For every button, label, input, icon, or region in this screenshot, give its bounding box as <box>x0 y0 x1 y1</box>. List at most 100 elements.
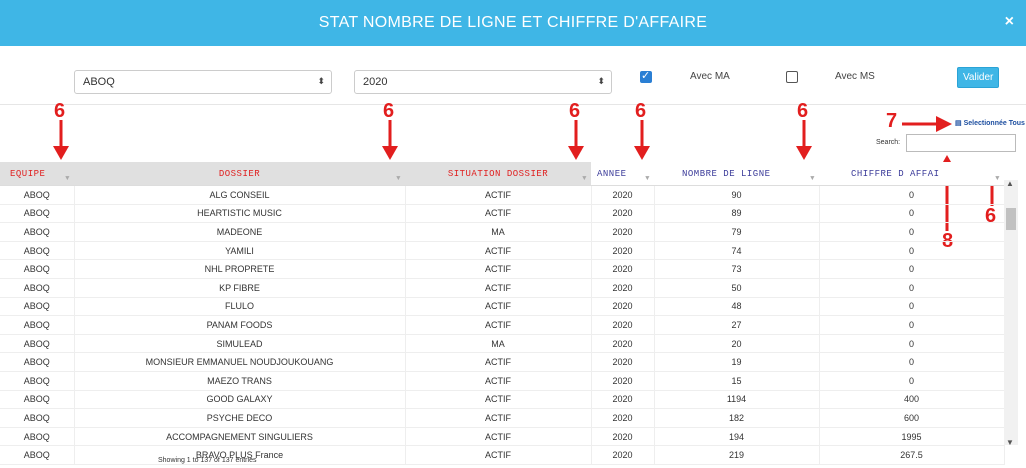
cell-equipe: ABOQ <box>0 408 75 428</box>
table-info: Showing 1 to 137 of 137 entries <box>158 457 257 464</box>
stats-table: EQUIPE ▼ DOSSIER ▼ SITUATION DOSSIER ▼ ANNE… <box>0 162 1005 465</box>
equipe-select[interactable]: ABOQ ⬍ <box>74 70 332 94</box>
cell-nombre-ligne: 27 <box>654 315 820 335</box>
cell-situation: ACTIF <box>405 259 592 279</box>
column-header-label: CHIFFRE D AFFAI <box>851 168 940 179</box>
cell-annee: 2020 <box>591 241 655 261</box>
cell-nombre-ligne: 219 <box>654 445 820 465</box>
cell-situation: ACTIF <box>405 278 592 298</box>
table-row[interactable]: ABOQ PSYCHE DECO ACTIF 2020 182 600 <box>0 408 1005 428</box>
column-header-annee[interactable]: ANNEE ▼ <box>591 162 654 186</box>
cell-dossier: KP FIBRE <box>74 278 406 298</box>
column-header-chiffre[interactable]: CHIFFRE D AFFAI ▼ <box>819 162 1004 186</box>
close-icon[interactable]: × <box>1005 13 1014 31</box>
sort-icon: ▼ <box>396 175 401 183</box>
cell-nombre-ligne: 1194 <box>654 390 820 410</box>
cell-equipe: ABOQ <box>0 352 75 372</box>
cell-chiffre-affaire: 400 <box>819 390 1005 410</box>
cell-nombre-ligne: 74 <box>654 241 820 261</box>
select-arrows-icon: ⬍ <box>597 76 605 86</box>
cell-situation: ACTIF <box>405 185 592 205</box>
cell-equipe: ABOQ <box>0 204 75 224</box>
table-row[interactable]: ABOQ GOOD GALAXY ACTIF 2020 1194 400 <box>0 390 1005 410</box>
cell-nombre-ligne: 19 <box>654 352 820 372</box>
cell-nombre-ligne: 15 <box>654 371 820 391</box>
cell-nombre-ligne: 79 <box>654 222 820 242</box>
scroll-down-icon[interactable]: ▼ <box>1006 438 1014 447</box>
cell-situation: MA <box>405 334 592 354</box>
cell-annee: 2020 <box>591 390 655 410</box>
sort-icon: ▼ <box>995 175 1000 183</box>
cell-situation: ACTIF <box>405 241 592 261</box>
cell-equipe: ABOQ <box>0 390 75 410</box>
search-input[interactable] <box>906 134 1016 152</box>
cell-nombre-ligne: 194 <box>654 427 820 447</box>
cell-nombre-ligne: 89 <box>654 204 820 224</box>
annotation-number: 7 <box>886 110 898 132</box>
cell-annee: 2020 <box>591 352 655 372</box>
column-header-dossier[interactable]: DOSSIER ▼ <box>74 162 405 186</box>
cell-dossier: FLULO <box>74 297 406 317</box>
cell-chiffre-affaire: 0 <box>819 297 1005 317</box>
scroll-up-icon[interactable]: ▲ <box>1006 179 1014 188</box>
cell-chiffre-affaire: 0 <box>819 371 1005 391</box>
cell-equipe: ABOQ <box>0 297 75 317</box>
cell-dossier: MAEZO TRANS <box>74 371 406 391</box>
cell-chiffre-affaire: 0 <box>819 352 1005 372</box>
cell-nombre-ligne: 90 <box>654 185 820 205</box>
cell-annee: 2020 <box>591 297 655 317</box>
cell-equipe: ABOQ <box>0 185 75 205</box>
scrollbar-thumb[interactable] <box>1006 208 1016 230</box>
table-row[interactable]: ABOQ MADEONE MA 2020 79 0 <box>0 222 1005 242</box>
cell-situation: ACTIF <box>405 297 592 317</box>
table-row[interactable]: ABOQ HEARTISTIC MUSIC ACTIF 2020 89 0 <box>0 204 1005 224</box>
column-header-situation[interactable]: SITUATION DOSSIER ▼ <box>405 162 591 186</box>
avec-ma-checkbox[interactable] <box>640 69 652 83</box>
table-scrollbar[interactable]: ▲ ▼ <box>1004 179 1018 447</box>
cell-annee: 2020 <box>591 371 655 391</box>
sort-icon: ▼ <box>65 175 70 183</box>
table-row[interactable]: ABOQ ALG CONSEIL ACTIF 2020 90 0 <box>0 185 1005 205</box>
table-row[interactable]: ABOQ MONSIEUR EMMANUEL NOUDJOUKOUANG ACTIF… <box>0 352 1005 372</box>
table-row[interactable]: ABOQ YAMILI ACTIF 2020 74 0 <box>0 241 1005 261</box>
cell-dossier: ALG CONSEIL <box>74 185 406 205</box>
cell-chiffre-affaire: 0 <box>819 278 1005 298</box>
cell-equipe: ABOQ <box>0 241 75 261</box>
column-header-equipe[interactable]: EQUIPE ▼ <box>0 162 74 186</box>
cell-chiffre-affaire: 0 <box>819 315 1005 335</box>
table-row[interactable]: ABOQ BRAVO PLUS France ACTIF 2020 219 267.5 <box>0 445 1005 465</box>
down-arrow-icon <box>568 120 584 160</box>
cell-nombre-ligne: 48 <box>654 297 820 317</box>
cell-annee: 2020 <box>591 259 655 279</box>
cell-dossier: GOOD GALAXY <box>74 390 406 410</box>
column-header-label: DOSSIER <box>218 168 261 179</box>
cell-annee: 2020 <box>591 445 655 465</box>
table-row[interactable]: ABOQ FLULO ACTIF 2020 48 0 <box>0 297 1005 317</box>
down-arrow-icon <box>634 120 650 160</box>
cell-dossier: MONSIEUR EMMANUEL NOUDJOUKOUANG <box>74 352 406 372</box>
cell-equipe: ABOQ <box>0 315 75 335</box>
cell-annee: 2020 <box>591 408 655 428</box>
table-row[interactable]: ABOQ ACCOMPAGNEMENT SINGULIERS ACTIF 2020 19… <box>0 427 1005 447</box>
down-arrow-icon <box>796 120 812 160</box>
table-row[interactable]: ABOQ PANAM FOODS ACTIF 2020 27 0 <box>0 315 1005 335</box>
annee-select[interactable]: 2020 ⬍ <box>354 70 612 94</box>
cell-situation: ACTIF <box>405 427 592 447</box>
table-row[interactable]: ABOQ KP FIBRE ACTIF 2020 50 0 <box>0 278 1005 298</box>
cell-equipe: ABOQ <box>0 222 75 242</box>
cell-situation: ACTIF <box>405 371 592 391</box>
cell-equipe: ABOQ <box>0 259 75 279</box>
valider-button[interactable]: Valider <box>957 67 1000 88</box>
sort-icon: ▼ <box>810 175 815 183</box>
cell-equipe: ABOQ <box>0 371 75 391</box>
table-row[interactable]: ABOQ MAEZO TRANS ACTIF 2020 15 0 <box>0 371 1005 391</box>
cell-chiffre-affaire: 267.5 <box>819 445 1005 465</box>
avec-ms-checkbox[interactable] <box>786 71 798 83</box>
table-row[interactable]: ABOQ NHL PROPRETE ACTIF 2020 73 0 <box>0 259 1005 279</box>
cell-annee: 2020 <box>591 278 655 298</box>
column-header-nombre[interactable]: NOMBRE DE LIGNE ▼ <box>654 162 819 186</box>
cell-nombre-ligne: 182 <box>654 408 820 428</box>
cell-situation: ACTIF <box>405 408 592 428</box>
select-all-link[interactable]: ▤ Selectionnée Tous <box>955 119 1025 127</box>
table-row[interactable]: ABOQ SIMULEAD MA 2020 20 0 <box>0 334 1005 354</box>
